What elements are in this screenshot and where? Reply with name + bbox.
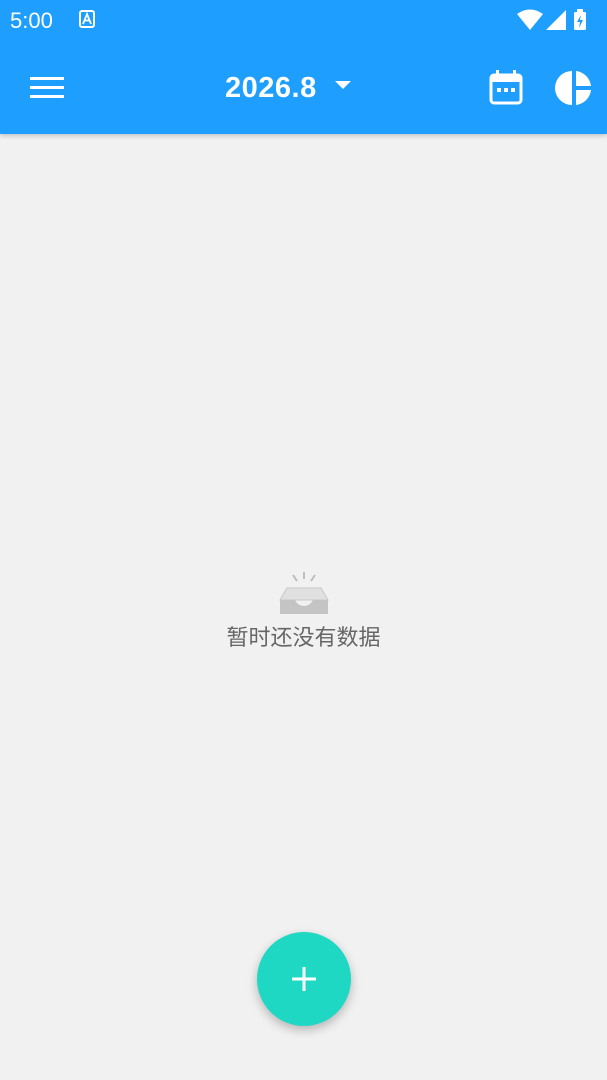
calendar-button[interactable]	[484, 66, 528, 110]
plus-icon	[292, 967, 316, 991]
battery-charging-icon	[574, 9, 586, 30]
accessibility-a-icon	[79, 10, 95, 28]
status-time: 5:00	[10, 8, 53, 33]
month-selector[interactable]: 2026.8	[225, 66, 351, 110]
hamburger-menu-button[interactable]	[22, 64, 72, 112]
app-bar: 5:00 2026.8	[0, 0, 607, 134]
pie-chart-icon	[555, 71, 591, 105]
empty-message: 暂时还没有数据	[226, 626, 381, 651]
caret-down-icon	[334, 81, 351, 89]
statistics-button[interactable]	[552, 66, 596, 110]
status-bar: 5:00	[0, 0, 607, 42]
hamburger-menu-icon	[30, 77, 64, 98]
empty-inbox-icon	[278, 572, 329, 614]
month-title: 2026.8	[225, 71, 317, 104]
add-record-button[interactable]	[257, 932, 351, 1026]
wifi-icon	[517, 9, 543, 30]
cell-signal-icon	[546, 10, 566, 30]
toolbar: 2026.8	[0, 42, 607, 134]
calendar-icon	[489, 70, 523, 105]
empty-state: 暂时还没有数据	[0, 570, 607, 652]
status-icons	[517, 9, 597, 31]
